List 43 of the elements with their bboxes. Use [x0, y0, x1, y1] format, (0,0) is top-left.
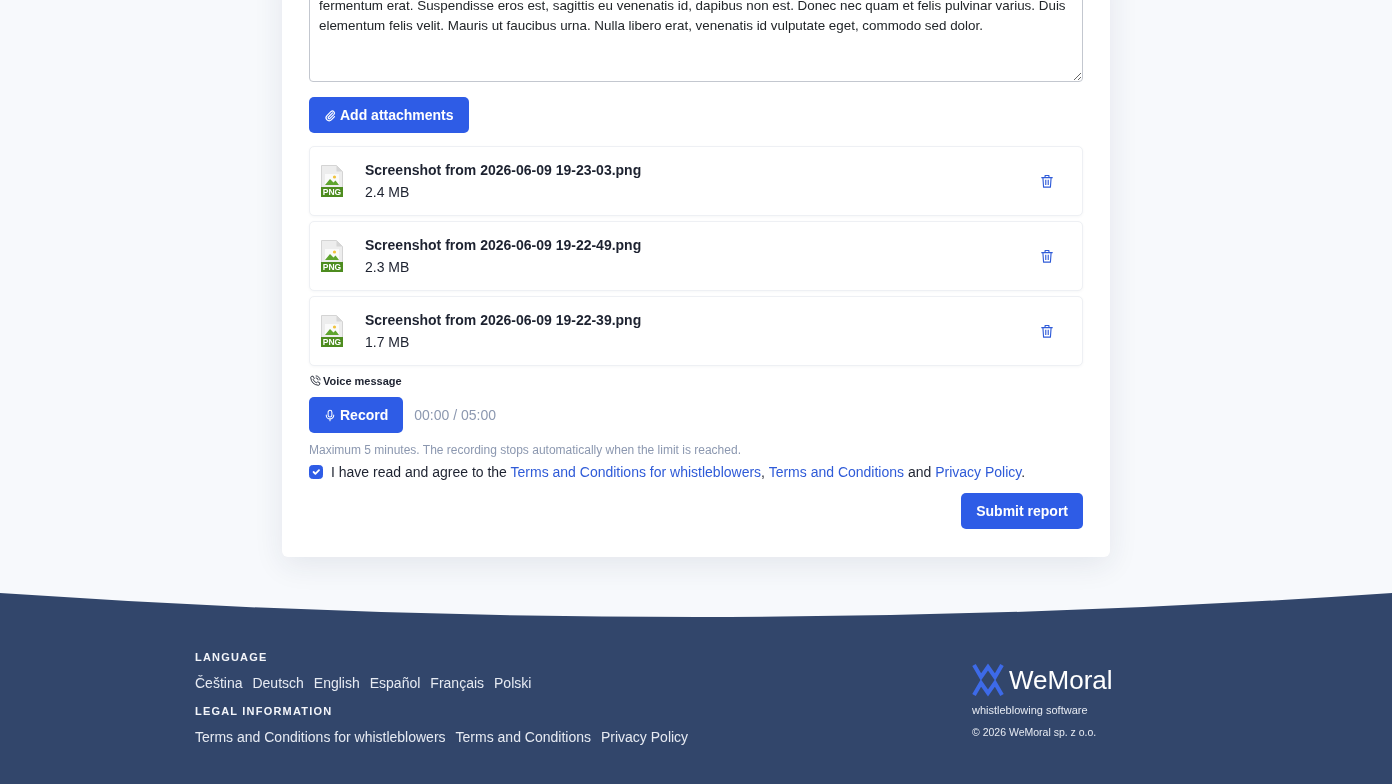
- voice-message-label: Voice message: [323, 374, 402, 388]
- footer-heading: LANGUAGE: [195, 650, 269, 664]
- trash-icon: [1040, 248, 1054, 264]
- image-file-icon: PNG: [321, 165, 343, 197]
- file-size: 1.7 MB: [365, 333, 411, 352]
- delete-button[interactable]: [1040, 173, 1054, 189]
- file-size: 2.3 MB: [365, 258, 411, 277]
- brand-name: WeMoral: [1009, 665, 1113, 695]
- language-link[interactable]: Čeština: [195, 674, 243, 692]
- language-link[interactable]: English: [313, 674, 360, 692]
- image-file-icon: PNG: [321, 240, 343, 272]
- delete-button[interactable]: [1040, 323, 1054, 339]
- footer-link[interactable]: Terms and Conditions: [455, 728, 591, 746]
- language-link[interactable]: Polski: [494, 674, 532, 692]
- language-link[interactable]: Deutsch: [252, 674, 304, 692]
- file-name: Screenshot from 2026-06-09 19-23-03.png: [365, 161, 643, 180]
- footer-link[interactable]: Privacy Policy: [600, 728, 689, 746]
- file-name: Screenshot from 2026-06-09 19-22-39.png: [365, 311, 643, 330]
- consent-checkbox[interactable]: [309, 465, 323, 479]
- consent-text: I have read and agree to the Terms and Conditions for whistleblowers, Terms and Conditions and Privacy Policy.: [331, 463, 1026, 482]
- microphone-icon: [324, 408, 336, 422]
- recording-hint: Maximum 5 minutes. The recording stops automatically when the limit is reached.: [309, 443, 742, 458]
- copyright-text: © 2026 WeMoral sp. z o.o.: [972, 725, 1098, 739]
- zigzag-logo-icon: [972, 663, 1004, 697]
- paperclip-icon: [324, 108, 336, 122]
- delete-button[interactable]: [1040, 248, 1054, 264]
- terms-link[interactable]: Terms and Conditions: [768, 464, 905, 480]
- file-name: Screenshot from 2026-06-09 19-22-49.png: [365, 236, 643, 255]
- language-link[interactable]: Español: [369, 674, 421, 692]
- brand-tagline: whistleblowing software: [972, 703, 1089, 717]
- trash-icon: [1040, 173, 1054, 189]
- file-size: 2.4 MB: [365, 183, 411, 202]
- description-field[interactable]: fermentum erat. Suspendisse eros est, sagittis eu venenatis id, dapibus non est. Donec nec quam et felis pulvinar varius. Duis elementum felis velit. Mauris ut faucibus urna. Nulla libero erat, venenatis id vulputate eget, commodo sed dolor.: [309, 0, 1083, 82]
- add-attachments-button[interactable]: Add attachments: [309, 97, 469, 133]
- language-link[interactable]: Français: [430, 674, 485, 692]
- recording-timer: 00:00 / 05:00: [414, 405, 496, 425]
- footer-link[interactable]: Terms and Conditions for whistleblowers: [195, 728, 446, 746]
- phone-icon: [309, 375, 321, 387]
- image-file-icon: PNG: [321, 315, 343, 347]
- submit-report-button[interactable]: Submit report: [961, 493, 1083, 529]
- footer-heading: LEGAL INFORMATION: [195, 704, 334, 718]
- trash-icon: [1040, 323, 1054, 339]
- record-button[interactable]: Record: [309, 397, 404, 433]
